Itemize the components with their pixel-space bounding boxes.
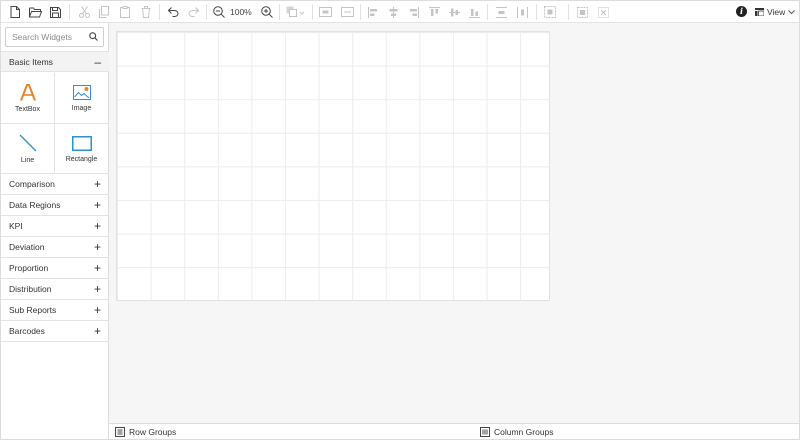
column-groups-icon bbox=[480, 427, 490, 437]
toolbar-separator bbox=[312, 4, 313, 20]
undo-icon[interactable] bbox=[166, 1, 180, 23]
textbox-icon bbox=[19, 83, 36, 101]
align-icon[interactable] bbox=[317, 1, 333, 23]
align-icon[interactable] bbox=[339, 1, 355, 23]
search-box bbox=[5, 27, 104, 47]
widget-label: Line bbox=[20, 157, 35, 164]
category-basic-items[interactable]: Basic Items – bbox=[1, 51, 109, 72]
category-distribution[interactable]: Distribution + bbox=[1, 279, 109, 300]
widget-sidebar: Basic Items – TextBox Image bbox=[1, 23, 109, 439]
expand-icon[interactable]: + bbox=[94, 178, 101, 190]
toolbar-separator bbox=[206, 4, 207, 20]
category-label: Barcodes bbox=[9, 326, 45, 336]
report-design-surface[interactable] bbox=[116, 31, 550, 301]
widget-textbox[interactable]: TextBox bbox=[1, 73, 54, 123]
align-icon[interactable] bbox=[386, 1, 400, 23]
design-workspace bbox=[109, 23, 799, 423]
toolbar-separator bbox=[536, 4, 537, 20]
grid-icon[interactable] bbox=[542, 1, 558, 23]
category-kpi[interactable]: KPI + bbox=[1, 216, 109, 237]
row-groups-button[interactable]: Row Groups bbox=[115, 424, 176, 440]
distribute-icon[interactable] bbox=[494, 1, 508, 23]
view-icon bbox=[755, 8, 764, 16]
expand-icon[interactable]: + bbox=[94, 325, 101, 337]
toolbar-separator bbox=[568, 4, 569, 20]
order-icon[interactable] bbox=[285, 1, 307, 23]
group-icon[interactable] bbox=[575, 1, 589, 23]
widget-label: Rectangle bbox=[65, 155, 98, 163]
align-icon[interactable] bbox=[447, 1, 461, 23]
basic-items-grid: TextBox Image Line Rectangle bbox=[1, 73, 109, 174]
expand-icon[interactable]: + bbox=[94, 241, 101, 253]
toolbar-separator bbox=[487, 4, 488, 20]
toolbar-separator bbox=[159, 4, 160, 20]
zoom-in-icon[interactable] bbox=[260, 1, 274, 23]
category-label: Distribution bbox=[9, 284, 52, 294]
search-icon[interactable] bbox=[89, 32, 98, 41]
category-label: Proportion bbox=[9, 263, 49, 273]
category-deviation[interactable]: Deviation + bbox=[1, 237, 109, 258]
category-proportion[interactable]: Proportion + bbox=[1, 258, 109, 279]
open-icon[interactable] bbox=[27, 1, 43, 23]
align-icon[interactable] bbox=[427, 1, 441, 23]
category-label: Data Regions bbox=[9, 200, 61, 210]
category-label: Sub Reports bbox=[9, 305, 57, 315]
cut-icon[interactable] bbox=[77, 1, 91, 23]
widget-rectangle[interactable]: Rectangle bbox=[55, 124, 108, 174]
delete-icon[interactable] bbox=[139, 1, 153, 23]
toolbar-separator bbox=[69, 4, 70, 20]
toolbar: 100% i View bbox=[1, 1, 799, 23]
paste-icon[interactable] bbox=[118, 1, 132, 23]
category-barcodes[interactable]: Barcodes + bbox=[1, 321, 109, 342]
widget-image[interactable]: Image bbox=[55, 73, 108, 123]
toolbar-separator bbox=[360, 4, 361, 20]
new-icon[interactable] bbox=[8, 1, 22, 23]
expand-icon[interactable]: + bbox=[94, 199, 101, 211]
zoom-level[interactable]: 100% bbox=[230, 1, 252, 23]
widget-line[interactable]: Line bbox=[1, 124, 54, 174]
category-comparison[interactable]: Comparison + bbox=[1, 174, 109, 195]
zoom-out-icon[interactable] bbox=[212, 1, 226, 23]
toolbar-separator bbox=[279, 4, 280, 20]
rectangle-icon bbox=[71, 135, 92, 151]
category-data-regions[interactable]: Data Regions + bbox=[1, 195, 109, 216]
align-icon[interactable] bbox=[366, 1, 380, 23]
expand-icon[interactable]: + bbox=[94, 262, 101, 274]
view-menu-button[interactable]: View bbox=[755, 1, 796, 23]
widget-label: TextBox bbox=[15, 105, 40, 113]
line-icon bbox=[19, 134, 36, 152]
expand-icon[interactable]: + bbox=[94, 304, 101, 316]
save-icon[interactable] bbox=[48, 1, 62, 23]
category-label: KPI bbox=[9, 221, 23, 231]
align-icon[interactable] bbox=[467, 1, 481, 23]
category-label: Comparison bbox=[9, 179, 55, 189]
expand-icon[interactable]: + bbox=[94, 283, 101, 295]
category-sub-reports[interactable]: Sub Reports + bbox=[1, 300, 109, 321]
category-label: Deviation bbox=[9, 242, 45, 252]
copy-icon[interactable] bbox=[97, 1, 111, 23]
image-icon bbox=[72, 84, 91, 100]
row-groups-icon bbox=[115, 427, 125, 437]
redo-icon[interactable] bbox=[186, 1, 200, 23]
report-designer: 100% i View Search Widgets Basic Items –… bbox=[0, 0, 800, 440]
column-groups-button[interactable]: Column Groups bbox=[480, 424, 554, 440]
info-icon[interactable]: i bbox=[736, 6, 747, 17]
widget-label: Image bbox=[71, 104, 92, 112]
expand-icon[interactable]: + bbox=[94, 220, 101, 232]
chevron-down-icon bbox=[788, 9, 796, 14]
distribute-icon[interactable] bbox=[515, 1, 529, 23]
collapse-icon[interactable]: – bbox=[94, 56, 101, 68]
align-icon[interactable] bbox=[406, 1, 420, 23]
search-input[interactable] bbox=[6, 28, 86, 46]
view-label: View bbox=[767, 7, 786, 17]
row-groups-label: Row Groups bbox=[129, 427, 177, 437]
ungroup-icon[interactable] bbox=[596, 1, 610, 23]
grouping-bar: Row Groups Column Groups bbox=[109, 423, 799, 439]
category-label: Basic Items bbox=[9, 56, 53, 67]
column-groups-label: Column Groups bbox=[494, 427, 554, 437]
